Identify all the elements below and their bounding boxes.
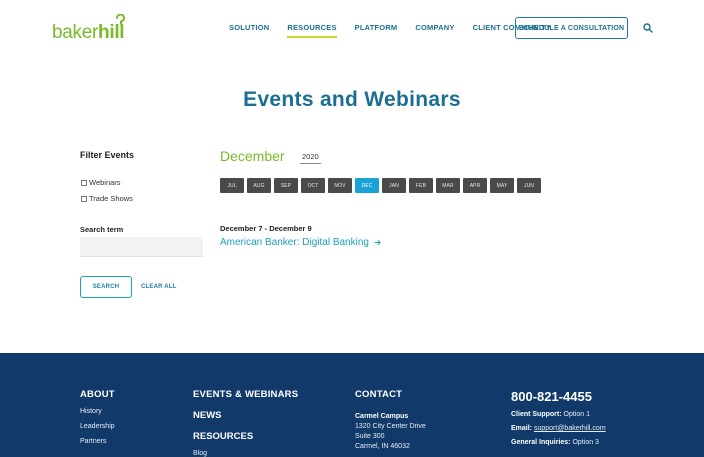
month-button-aug[interactable]: AUG [247,178,271,193]
month-button-apr[interactable]: APR [463,178,487,193]
filter-webinars-checkbox[interactable]: Webinars [81,178,121,187]
general-inquiries-label: General Inquiries: [511,439,571,446]
email-link[interactable]: support@bakerhill.com [534,425,606,432]
client-support-label: Client Support: [511,411,562,418]
search-icon[interactable] [643,23,653,33]
footer-campus-name: Carmel Campus [355,413,409,420]
footer-address-line: Carmel, IN 46032 [355,443,410,450]
filter-trade-shows-label: Trade Shows [89,194,133,203]
arrow-right-icon [374,239,381,246]
month-button-jun[interactable]: JUN [517,178,541,193]
year-select[interactable]: 2020 [300,152,321,164]
month-button-jul[interactable]: JUL [220,178,244,193]
footer-client-support: Client Support: Option 1 [511,411,606,418]
footer-about-column: ABOUT History Leadership Partners [80,389,115,445]
footer-email: Email: support@bakerhill.com [511,425,606,432]
footer-contact-column: CONTACT Carmel Campus 1320 City Center D… [355,389,426,450]
search-term-input[interactable] [80,237,203,257]
general-inquiries-value: Option 3 [572,439,599,446]
event-title[interactable]: American Banker: Digital Banking [220,237,369,248]
logo-mark-icon [116,14,125,25]
footer-link-leadership[interactable]: Leadership [80,423,115,430]
footer-news-heading[interactable]: NEWS [193,410,298,421]
footer-general-inquiries: General Inquiries: Option 3 [511,439,606,446]
search-button[interactable]: SEARCH [80,276,132,298]
nav-platform[interactable]: PLATFORM [355,23,398,38]
month-button-jan[interactable]: JAN [382,178,406,193]
footer-about-heading[interactable]: ABOUT [80,389,115,400]
nav-resources[interactable]: RESOURCES [287,23,337,38]
footer-link-blog[interactable]: Blog [193,450,298,457]
email-label: Email: [511,425,533,432]
nav-company[interactable]: COMPANY [415,23,454,38]
footer-phone-column: 800-821-4455 Client Support: Option 1 Em… [511,389,606,446]
footer-link-history[interactable]: History [80,408,115,415]
schedule-consultation-button[interactable]: SCHEDULE A CONSULTATION [515,17,628,39]
checkbox-box[interactable] [81,179,87,186]
event-date: December 7 - December 9 [220,224,312,233]
footer-events-column: EVENTS & WEBINARS NEWS RESOURCES Blog [193,389,298,457]
footer-address-line: Suite 300 [355,433,385,440]
clear-all-link[interactable]: CLEAR ALL [141,284,177,290]
site-header: bakerhill SOLUTION RESOURCES PLATFORM CO… [0,0,704,58]
month-button-may[interactable]: MAY [490,178,514,193]
footer-resources-heading[interactable]: RESOURCES [193,431,298,442]
site-footer: ABOUT History Leadership Partners EVENTS… [0,353,704,457]
footer-events-heading[interactable]: EVENTS & WEBINARS [193,389,298,400]
month-button-feb[interactable]: FEB [409,178,433,193]
month-button-sep[interactable]: SEP [274,178,298,193]
client-support-value: Option 1 [563,411,590,418]
month-button-mar[interactable]: MAR [436,178,460,193]
footer-link-partners[interactable]: Partners [80,438,115,445]
month-button-dec[interactable]: DEC [355,178,379,193]
filter-webinars-label: Webinars [89,178,121,187]
footer-address-line: 1320 City Center Drive [355,423,426,430]
footer-phone-number[interactable]: 800-821-4455 [511,389,606,404]
month-selector: JUL AUG SEP OCT NOV DEC JAN FEB MAR APR … [220,178,541,193]
nav-solution[interactable]: SOLUTION [229,23,269,38]
filter-trade-shows-checkbox[interactable]: Trade Shows [81,194,133,203]
footer-contact-heading: CONTACT [355,389,403,400]
search-term-label: Search term [80,225,124,234]
month-button-oct[interactable]: OCT [301,178,325,193]
month-button-nov[interactable]: NOV [328,178,352,193]
checkbox-box[interactable] [81,195,87,202]
current-month-heading: December [220,148,285,164]
event-title-link[interactable]: American Banker: Digital Banking [220,237,381,248]
logo-baker-text: baker [52,22,99,43]
filter-events-heading: Filter Events [80,150,135,160]
page-title: Events and Webinars [243,88,461,111]
